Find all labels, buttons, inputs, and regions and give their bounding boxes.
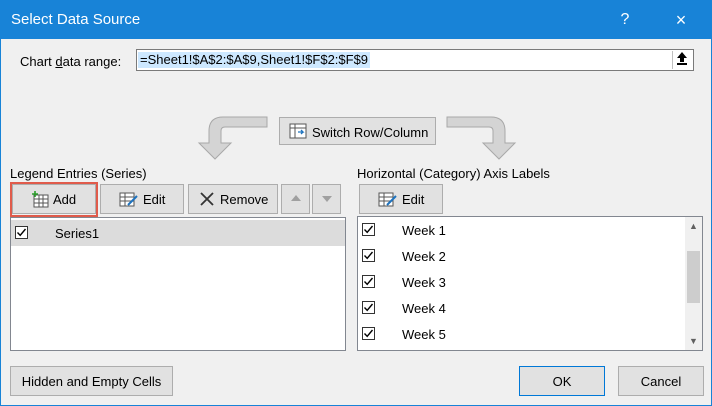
- switch-row-column-icon: [289, 123, 307, 139]
- axis-label-row[interactable]: Week 1: [358, 217, 702, 243]
- move-up-button[interactable]: [281, 184, 310, 214]
- dialog-title: Select Data Source: [11, 11, 141, 28]
- edit-axis-labels-label: Edit: [402, 192, 425, 207]
- range-label-post: ata range:: [62, 54, 122, 69]
- chart-data-range-label: Chart data range:: [20, 54, 121, 69]
- scroll-down-icon[interactable]: ▼: [689, 336, 698, 346]
- legend-series-list: Series1: [10, 217, 346, 351]
- help-button[interactable]: ?: [613, 8, 637, 32]
- axis-label-text: Week 4: [402, 301, 446, 316]
- axis-label-checkbox[interactable]: [362, 275, 375, 288]
- axis-label-text: Week 2: [402, 249, 446, 264]
- ok-button[interactable]: OK: [519, 366, 605, 396]
- checkmark-icon: [16, 228, 27, 237]
- axis-label-text: Week 5: [402, 327, 446, 342]
- chart-data-range-value: =Sheet1!$A$2:$A$9,Sheet1!$F$2:$F$9: [138, 52, 371, 68]
- legend-entries-label: Legend Entries (Series): [10, 166, 147, 181]
- ok-label: OK: [552, 374, 572, 389]
- collapse-dialog-button[interactable]: [672, 51, 691, 69]
- switch-row-column-button[interactable]: Switch Row/Column: [279, 117, 436, 145]
- edit-table-icon: [119, 192, 138, 207]
- scrollbar-thumb[interactable]: [687, 251, 700, 303]
- axis-label-text: Week 3: [402, 275, 446, 290]
- edit-table-icon: [378, 192, 397, 207]
- cancel-label: Cancel: [640, 374, 682, 389]
- switch-row-column-label: Switch Row/Column: [312, 125, 429, 140]
- edit-series-button[interactable]: Edit: [100, 184, 184, 214]
- add-button-highlight: [10, 182, 98, 217]
- checkmark-icon: [363, 225, 374, 234]
- scroll-up-icon[interactable]: ▲: [689, 221, 698, 231]
- axis-list-scrollbar[interactable]: ▲ ▼: [685, 217, 702, 350]
- left-curved-arrow-icon: [197, 116, 268, 160]
- edit-series-label: Edit: [143, 192, 166, 207]
- cancel-button[interactable]: Cancel: [618, 366, 704, 396]
- hidden-empty-cells-label: Hidden and Empty Cells: [21, 374, 162, 389]
- axis-label-row[interactable]: Week 2: [358, 243, 702, 269]
- remove-series-button[interactable]: Remove: [188, 184, 278, 214]
- axis-label-row[interactable]: Week 4: [358, 295, 702, 321]
- axis-label-text: Week 1: [402, 223, 446, 238]
- axis-label-checkbox[interactable]: [362, 327, 375, 340]
- move-down-button[interactable]: [312, 184, 341, 214]
- remove-x-icon: [200, 192, 214, 206]
- checkmark-icon: [363, 277, 374, 286]
- close-button[interactable]: ×: [669, 8, 693, 32]
- hidden-empty-cells-button[interactable]: Hidden and Empty Cells: [10, 366, 173, 396]
- move-up-icon: [291, 195, 301, 201]
- collapse-arrow-icon: [677, 52, 687, 65]
- axis-label-checkbox[interactable]: [362, 301, 375, 314]
- edit-axis-labels-button[interactable]: Edit: [359, 184, 443, 214]
- axis-labels-list: Week 1 Week 2 Week 3 Week 4 Week 5 ▲ ▼: [357, 216, 703, 351]
- series-name: Series1: [55, 226, 100, 241]
- axis-label-row[interactable]: Week 3: [358, 269, 702, 295]
- right-curved-arrow-icon: [446, 116, 517, 160]
- axis-label-checkbox[interactable]: [362, 223, 375, 236]
- checkmark-icon: [363, 303, 374, 312]
- axis-label-row[interactable]: Week 5: [358, 321, 702, 347]
- series-row[interactable]: Series1: [11, 220, 345, 246]
- axis-label-checkbox[interactable]: [362, 249, 375, 262]
- series-checkbox[interactable]: [15, 226, 28, 239]
- checkmark-icon: [363, 329, 374, 338]
- range-label-accel: d: [55, 54, 63, 69]
- titlebar: Select Data Source ? ×: [1, 1, 711, 39]
- move-down-icon: [322, 196, 332, 202]
- checkmark-icon: [363, 251, 374, 260]
- remove-series-label: Remove: [220, 192, 269, 207]
- range-label-pre: Chart: [20, 54, 56, 69]
- select-data-source-dialog: Select Data Source ? × Chart data range:…: [0, 0, 712, 406]
- axis-labels-label: Horizontal (Category) Axis Labels: [357, 166, 550, 181]
- chart-data-range-input[interactable]: =Sheet1!$A$2:$A$9,Sheet1!$F$2:$F$9: [136, 49, 694, 71]
